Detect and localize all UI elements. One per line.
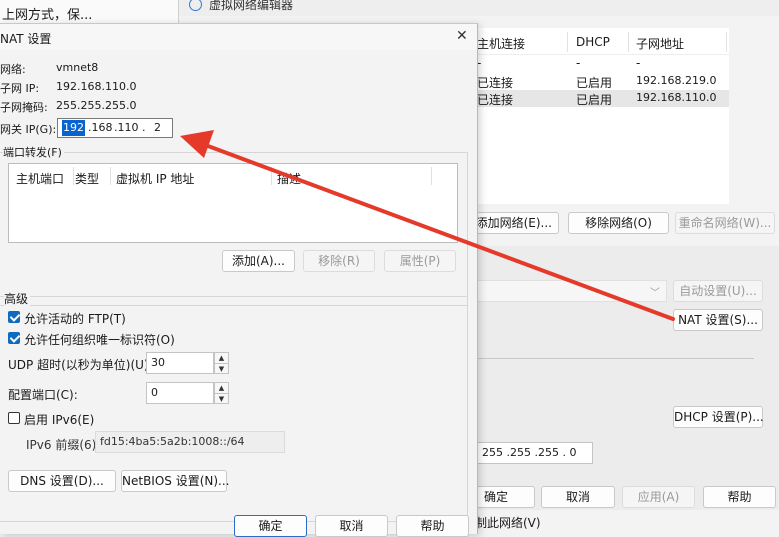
annotation-arrow bbox=[180, 130, 675, 321]
arrow-shaft bbox=[198, 141, 675, 321]
arrow-head bbox=[180, 130, 214, 158]
